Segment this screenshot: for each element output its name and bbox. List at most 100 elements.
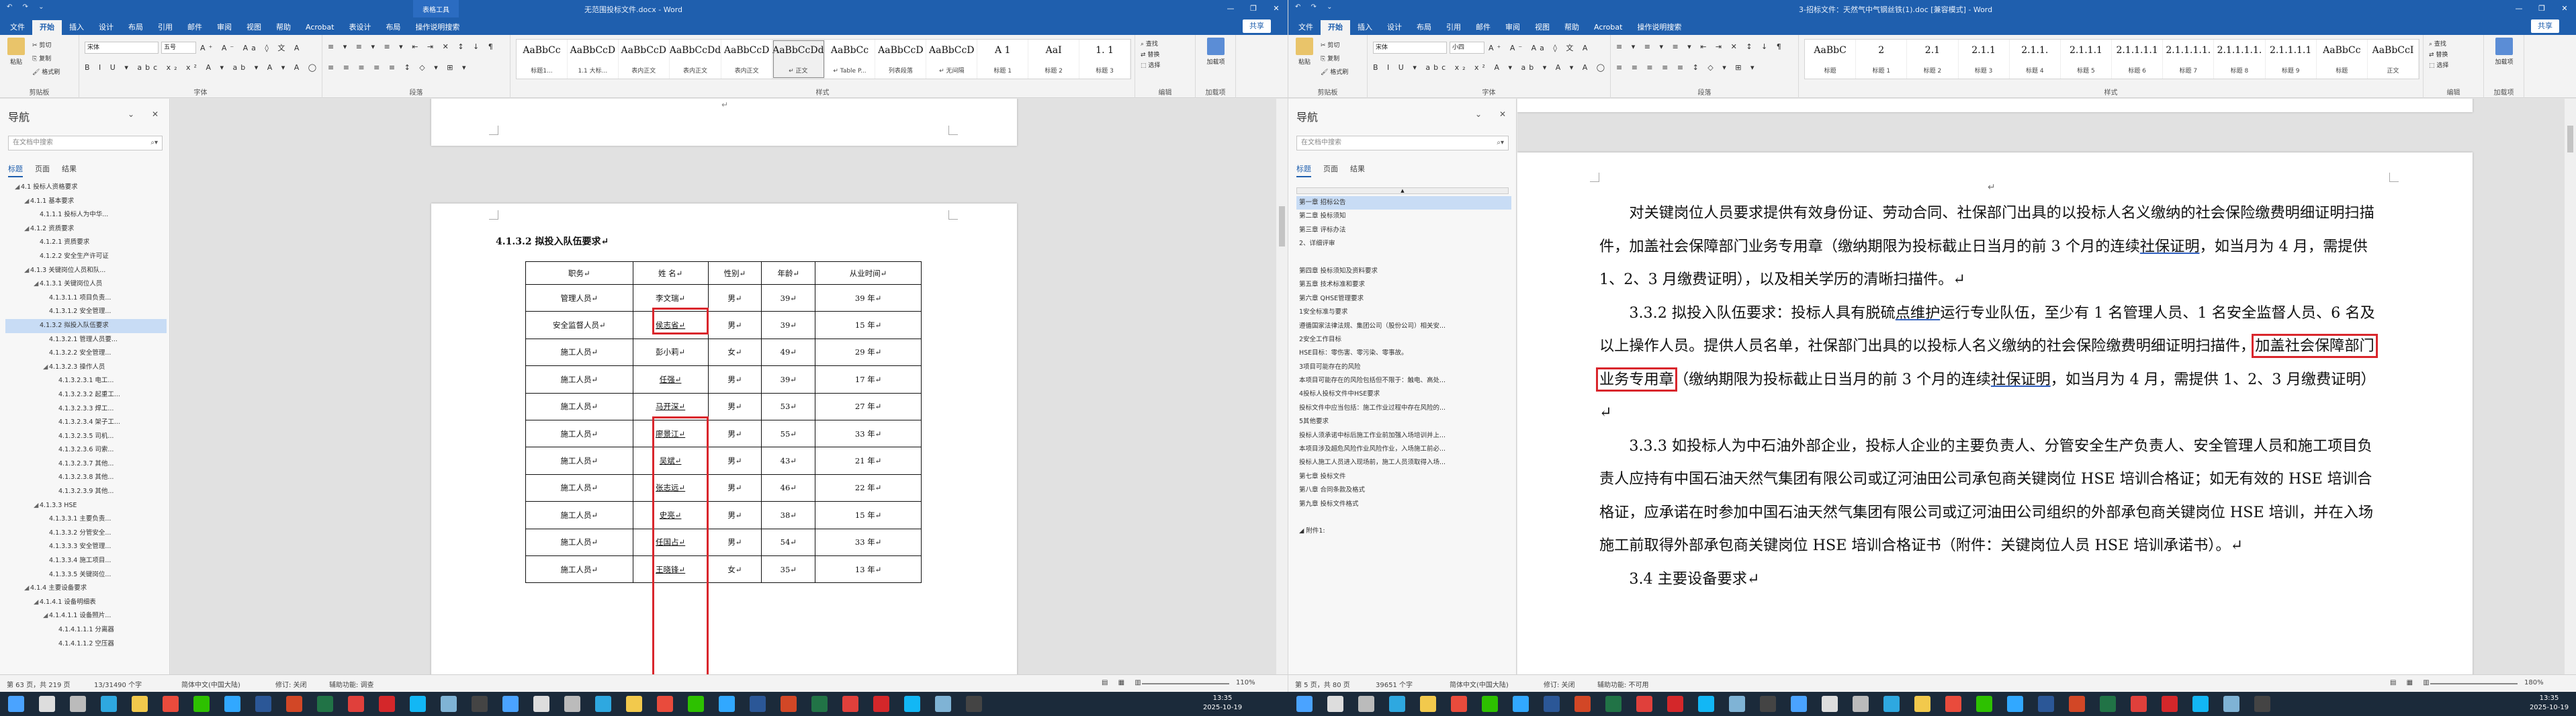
nav-heading-item[interactable]: 4.1.2.2 安全生产许可证 xyxy=(5,250,167,264)
nav-heading-item[interactable]: 4.1.3.2.3.8 其他... xyxy=(5,471,167,485)
nav-search-input[interactable]: 在文档中搜索 ⌕▾ xyxy=(8,136,163,150)
addin-button[interactable]: 加载项 xyxy=(2491,38,2518,66)
word-icon[interactable] xyxy=(2038,696,2054,712)
table-cell[interactable]: 施工人员↵ xyxy=(525,474,633,502)
edge-icon[interactable] xyxy=(1389,696,1405,712)
chevron-down-icon[interactable]: ⌄ xyxy=(128,109,134,119)
nav-heading-item[interactable]: ◢ 4.1 投标人资格要求 xyxy=(5,181,167,195)
chrome-icon[interactable] xyxy=(1451,696,1467,712)
paragraph-tools-row1[interactable]: ≡ ▾ ≡ ▾ ≡ ▾ ⇤ ⇥ ✕ ↕ ↓ ¶ xyxy=(1616,42,1785,51)
table-cell[interactable]: 38↵ xyxy=(761,501,816,529)
file-explorer-icon[interactable] xyxy=(626,696,642,712)
powerpoint-icon[interactable] xyxy=(1574,696,1591,712)
nav-heading-item[interactable]: 4.1.3.2.3.7 其他... xyxy=(5,457,167,472)
ribbon-tab[interactable]: 视图 xyxy=(239,20,269,35)
nav-heading-item[interactable]: 投标人须承诺中标后施工作业前加强入场培训并上... xyxy=(1296,429,1511,443)
nav-heading-item[interactable]: ◢ 4.1.3.2.3 操作人员 xyxy=(5,361,167,375)
wps-icon[interactable] xyxy=(1636,696,1652,712)
chevron-down-icon[interactable]: ⌄ xyxy=(1475,109,1482,119)
table-cell[interactable]: 39 年↵ xyxy=(815,283,922,312)
word-count[interactable]: 13/31490 个字 xyxy=(94,679,142,689)
nav-heading-item[interactable]: 4.1.3.3.1 主要负责... xyxy=(5,512,167,527)
nav-heading-item[interactable]: 4.1.3.3.3 安全管理... xyxy=(5,540,167,554)
style-item[interactable]: 2.1.1.1.1 标题 6 xyxy=(2112,40,2164,79)
expand-arrow-icon[interactable]: ◢ xyxy=(34,277,40,292)
search-icon[interactable] xyxy=(1327,696,1343,712)
powerpoint-icon[interactable] xyxy=(286,696,302,712)
nav-heading-item[interactable]: 4.1.3.2.3.3 焊工... xyxy=(5,402,167,416)
table-cell[interactable]: 男↵ xyxy=(707,311,762,339)
nav-heading-item[interactable]: 第八章 合同条款及格式 xyxy=(1296,484,1511,497)
nav-tab[interactable]: 结果 xyxy=(62,163,77,177)
table-cell[interactable]: 39↵ xyxy=(761,311,816,339)
table-cell[interactable]: 施工人员↵ xyxy=(525,447,633,475)
nav-heading-item[interactable]: 4.1.3.1.1 项目负责... xyxy=(5,292,167,306)
windows-start-icon[interactable] xyxy=(502,696,519,712)
font-tools-row1[interactable]: A⁺ A⁻ Aa ◊ 文 A xyxy=(200,42,302,53)
ribbon-tab[interactable]: Acrobat xyxy=(298,20,341,35)
ribbon-tab[interactable]: 帮助 xyxy=(269,20,298,35)
chrome-icon[interactable] xyxy=(657,696,673,712)
format-painter-button[interactable]: 🖌 格式刷 xyxy=(1321,67,1348,76)
table-cell[interactable]: 39↵ xyxy=(761,283,816,312)
powerpoint-icon[interactable] xyxy=(2069,696,2085,712)
table-cell[interactable]: 男↵ xyxy=(707,447,762,475)
terminal-icon[interactable] xyxy=(472,696,488,712)
qq-icon[interactable] xyxy=(410,696,426,712)
style-item[interactable]: AaBbCcD ↵ 无间隔 xyxy=(926,40,978,79)
ribbon-tab[interactable]: 开始 xyxy=(1321,20,1350,35)
zoom-level[interactable]: 180% xyxy=(2524,679,2544,686)
restore-icon[interactable]: ❐ xyxy=(2530,0,2553,17)
edge-icon[interactable] xyxy=(101,696,117,712)
terminal-icon[interactable] xyxy=(966,696,982,712)
scroll-up-arrow-icon[interactable]: ▲ xyxy=(1296,187,1509,194)
notepad-icon[interactable] xyxy=(935,696,951,712)
table-cell[interactable]: 43↵ xyxy=(761,447,816,475)
qq-icon[interactable] xyxy=(1698,696,1714,712)
nav-heading-item[interactable]: 5其他要求 xyxy=(1296,415,1511,429)
wechat-icon[interactable] xyxy=(1976,696,1992,712)
ribbon-tab[interactable]: 引用 xyxy=(1439,20,1468,35)
nav-heading-item[interactable]: 2、详细评审 xyxy=(1296,237,1511,251)
nav-heading-item[interactable]: 4.1.3.1.2 安全管理... xyxy=(5,305,167,319)
nav-heading-item[interactable]: 3项目可能存在的风险 xyxy=(1296,361,1511,374)
track-changes-status[interactable]: 修订: 关闭 xyxy=(275,679,307,689)
table-cell[interactable]: 任强↵ xyxy=(632,365,709,394)
ribbon-tab[interactable]: 帮助 xyxy=(1557,20,1587,35)
nav-heading-item[interactable]: 遵循国家法律法规、集团公司（股份公司）相关安... xyxy=(1296,320,1511,333)
search-icon[interactable] xyxy=(39,696,55,712)
style-item[interactable]: AaBbCc ↵ Table P... xyxy=(825,40,876,79)
scroll-thumb[interactable] xyxy=(2567,126,2573,152)
nav-heading-item[interactable]: 第二章 投标须知 xyxy=(1296,210,1511,223)
zoom-slider[interactable] xyxy=(1142,683,1229,684)
nav-heading-item[interactable]: ◢ 4.1.3.1 关键岗位人员 xyxy=(5,277,167,292)
paragraph-tools-row2[interactable]: ≡ ≡ ≡ ≡ ≡ ↕ ◇ ▾ ⊞ ▾ xyxy=(328,63,470,72)
ribbon-tab[interactable]: 审阅 xyxy=(210,20,239,35)
ribbon-tab[interactable]: 插入 xyxy=(1350,20,1380,35)
file-explorer-icon[interactable] xyxy=(1420,696,1436,712)
close-icon[interactable]: ✕ xyxy=(152,109,159,119)
nav-heading-item[interactable]: ◢ 4.1.3.3 HSE xyxy=(5,499,167,513)
view-mode-buttons[interactable]: ▤ ▦ ▥ xyxy=(1102,679,1145,686)
style-item[interactable]: AaBbCcD 表内正文 xyxy=(619,40,670,79)
page-count[interactable]: 第 63 页，共 219 页 xyxy=(7,679,71,689)
windows-start-icon[interactable] xyxy=(1791,696,1807,712)
font-size-combo[interactable]: 小四 xyxy=(1450,42,1484,54)
nav-heading-item[interactable]: ◢ 4.1.4.1.1 设备照片... xyxy=(5,609,167,623)
nav-heading-item[interactable]: ◢ 4.1.1 基本要求 xyxy=(5,195,167,209)
nav-heading-item[interactable]: 4.1.3.3.4 施工项目... xyxy=(5,554,167,568)
nav-tab[interactable]: 标题 xyxy=(8,163,23,177)
nav-heading-item[interactable]: ◢ 4.1.4.1 设备明细表 xyxy=(5,596,167,610)
minimize-icon[interactable]: — xyxy=(1219,0,1242,17)
style-item[interactable]: 2.1.1.1 标题 5 xyxy=(2061,40,2113,79)
copy-button[interactable]: ⎘ 复制 xyxy=(1321,54,1339,62)
nav-heading-item[interactable]: 4.1.3.2.1 管理人员要... xyxy=(5,333,167,347)
ribbon-tab[interactable]: 视图 xyxy=(1527,20,1557,35)
nav-tab[interactable]: 标题 xyxy=(1296,163,1311,177)
paste-button[interactable]: 粘贴 xyxy=(1291,38,1318,66)
table-cell[interactable]: 施工人员↵ xyxy=(525,528,633,556)
ribbon-tab[interactable]: 设计 xyxy=(91,20,121,35)
cut-button[interactable]: ✂ 剪切 xyxy=(32,40,51,49)
replace-button[interactable]: ⇄ 替换 xyxy=(1141,50,1160,60)
table-cell[interactable]: 29 年↵ xyxy=(815,338,922,367)
